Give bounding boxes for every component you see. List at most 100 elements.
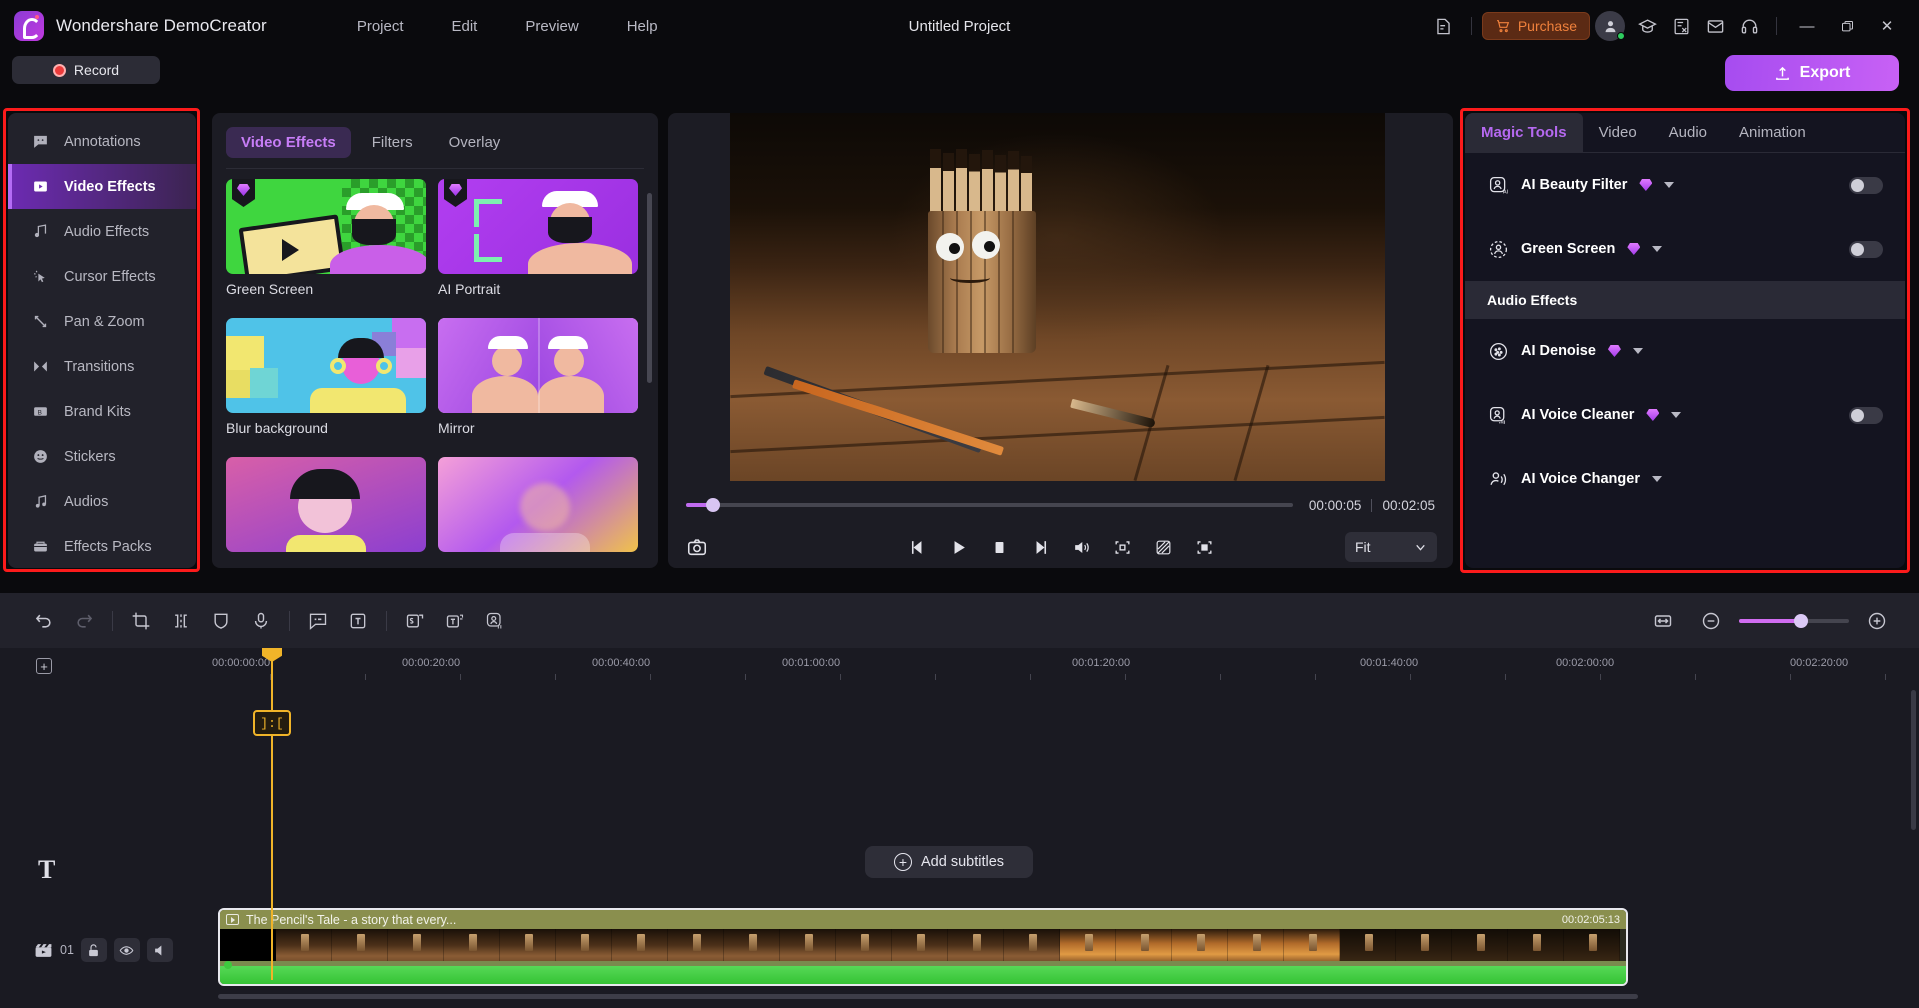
mute-icon[interactable] — [146, 938, 173, 962]
redo-icon[interactable] — [64, 601, 104, 641]
zoom-slider-handle[interactable] — [1794, 613, 1808, 628]
row-ai-voice-cleaner[interactable]: AI Voice Cleaner — [1465, 383, 1905, 447]
gallery-scrollbar[interactable] — [647, 193, 652, 383]
zoom-slider[interactable] — [1739, 613, 1849, 628]
timeline-clip[interactable]: The Pencil's Tale - a story that every..… — [218, 908, 1628, 986]
caption-icon[interactable] — [298, 601, 338, 641]
add-subtitles-button[interactable]: + Add subtitles — [865, 846, 1033, 878]
text-template-icon[interactable] — [435, 601, 475, 641]
sidebar-item-transitions[interactable]: Transitions — [8, 344, 196, 389]
scrubber-handle[interactable] — [706, 498, 721, 512]
timeline-vertical-scrollbar[interactable] — [1911, 690, 1916, 830]
fullscreen-icon[interactable] — [1195, 538, 1214, 557]
left-sidebar: Annotations Video Effects Audio Effects … — [8, 113, 196, 568]
sidebar-item-pan-zoom[interactable]: Pan & Zoom — [8, 299, 196, 344]
thumbnail-art-effect-5 — [226, 457, 426, 552]
zoom-slider-fill — [1739, 618, 1800, 623]
undo-icon[interactable] — [24, 601, 64, 641]
sidebar-item-stickers[interactable]: Stickers — [8, 434, 196, 479]
window-close-button[interactable]: ✕ — [1867, 9, 1907, 43]
video-preview[interactable] — [730, 113, 1385, 481]
timeline-playhead[interactable]: ]:[ — [253, 648, 291, 980]
unlock-icon[interactable] — [80, 938, 107, 962]
sidebar-item-video-effects[interactable]: Video Effects — [8, 164, 196, 209]
timeline-ruler[interactable]: 00:00:00:00 00:00:20:00 00:00:40:00 00:0… — [0, 648, 1919, 680]
purchase-button[interactable]: Purchase — [1481, 12, 1590, 40]
chevron-down-icon[interactable] — [1664, 182, 1675, 188]
split-icon[interactable] — [161, 601, 201, 641]
zoom-out-icon[interactable] — [1691, 601, 1731, 641]
window-maximize-button[interactable] — [1827, 9, 1867, 43]
chevron-down-icon[interactable] — [1651, 476, 1662, 482]
effect-card[interactable]: Green Screen — [226, 179, 426, 306]
tab-magic-tools[interactable]: Magic Tools — [1465, 113, 1583, 152]
crop-frame-icon[interactable] — [1113, 538, 1132, 557]
effect-card[interactable] — [438, 457, 638, 568]
toggle-switch[interactable] — [1849, 240, 1883, 258]
chevron-down-icon[interactable] — [1652, 246, 1663, 252]
sidebar-item-annotations[interactable]: Annotations — [8, 119, 196, 164]
crop-icon[interactable] — [121, 601, 161, 641]
menu-preview[interactable]: Preview — [525, 18, 578, 35]
title-bar: Wondershare DemoCreator Project Edit Pre… — [0, 0, 1919, 52]
graduation-cap-icon[interactable] — [1630, 9, 1664, 43]
headset-icon[interactable] — [1732, 9, 1766, 43]
toggle-switch[interactable] — [1849, 176, 1883, 194]
tab-video[interactable]: Video — [1583, 113, 1653, 152]
play-icon[interactable] — [949, 538, 968, 557]
preview-scrubber[interactable] — [686, 498, 1293, 512]
next-frame-icon[interactable] — [1031, 538, 1050, 557]
sidebar-item-cursor-effects[interactable]: Cursor Effects — [8, 254, 196, 299]
text-icon[interactable] — [338, 601, 378, 641]
menu-project[interactable]: Project — [357, 18, 404, 35]
script-icon[interactable] — [1664, 9, 1698, 43]
tab-audio[interactable]: Audio — [1653, 113, 1723, 152]
clip-duration: 00:02:05:13 — [1561, 913, 1620, 926]
mail-icon[interactable] — [1698, 9, 1732, 43]
playhead-marker[interactable]: ]:[ — [253, 710, 291, 736]
microphone-icon[interactable] — [241, 601, 281, 641]
add-track-button[interactable]: + — [36, 658, 52, 674]
sidebar-item-effects-packs[interactable]: Effects Packs — [8, 524, 196, 568]
volume-icon[interactable] — [1072, 538, 1091, 557]
prev-frame-icon[interactable] — [908, 538, 927, 557]
sidebar-item-brand-kits[interactable]: B Brand Kits — [8, 389, 196, 434]
row-ai-beauty-filter[interactable]: AI AI Beauty Filter — [1465, 153, 1905, 217]
effect-card[interactable] — [226, 457, 426, 568]
timeline-horizontal-scrollbar[interactable] — [218, 994, 1638, 999]
chevron-down-icon[interactable] — [1671, 412, 1682, 418]
toggle-switch[interactable] — [1849, 406, 1883, 424]
tab-animation[interactable]: Animation — [1723, 113, 1822, 152]
sidebar-item-audios[interactable]: Audios — [8, 479, 196, 524]
effect-thumbnail — [226, 457, 426, 552]
export-button[interactable]: Export — [1725, 55, 1899, 91]
mask-icon[interactable] — [201, 601, 241, 641]
tab-overlay[interactable]: Overlay — [434, 127, 516, 158]
row-ai-voice-changer[interactable]: AI Voice Changer — [1465, 447, 1905, 511]
zoom-in-icon[interactable] — [1857, 601, 1897, 641]
sidebar-item-label: Video Effects — [64, 178, 156, 195]
row-green-screen[interactable]: Green Screen — [1465, 217, 1905, 281]
subtitle-template-icon[interactable] — [395, 601, 435, 641]
clapperboard-icon — [34, 941, 53, 960]
tab-video-effects[interactable]: Video Effects — [226, 127, 351, 158]
avatar-icon[interactable] — [475, 601, 515, 641]
record-button[interactable]: Record — [12, 56, 160, 84]
menu-edit[interactable]: Edit — [452, 18, 478, 35]
row-ai-denoise[interactable]: AI Denoise — [1465, 319, 1905, 383]
stop-icon[interactable] — [990, 538, 1009, 557]
chevron-down-icon[interactable] — [1632, 348, 1643, 354]
note-edit-icon[interactable] — [1427, 9, 1461, 43]
window-minimize-button[interactable]: — — [1787, 9, 1827, 43]
sidebar-item-audio-effects[interactable]: Audio Effects — [8, 209, 196, 254]
effect-card[interactable]: Blur background — [226, 318, 426, 445]
effect-card[interactable]: Mirror — [438, 318, 638, 445]
no-effect-icon[interactable] — [1154, 538, 1173, 557]
effects-grid: Green Screen AI Portrait Blur background… — [226, 179, 638, 568]
menu-help[interactable]: Help — [627, 18, 658, 35]
eye-icon[interactable] — [113, 938, 140, 962]
tab-filters[interactable]: Filters — [357, 127, 428, 158]
account-avatar[interactable] — [1595, 11, 1625, 41]
effect-card[interactable]: AI Portrait — [438, 179, 638, 306]
fit-timeline-icon[interactable] — [1643, 601, 1683, 641]
